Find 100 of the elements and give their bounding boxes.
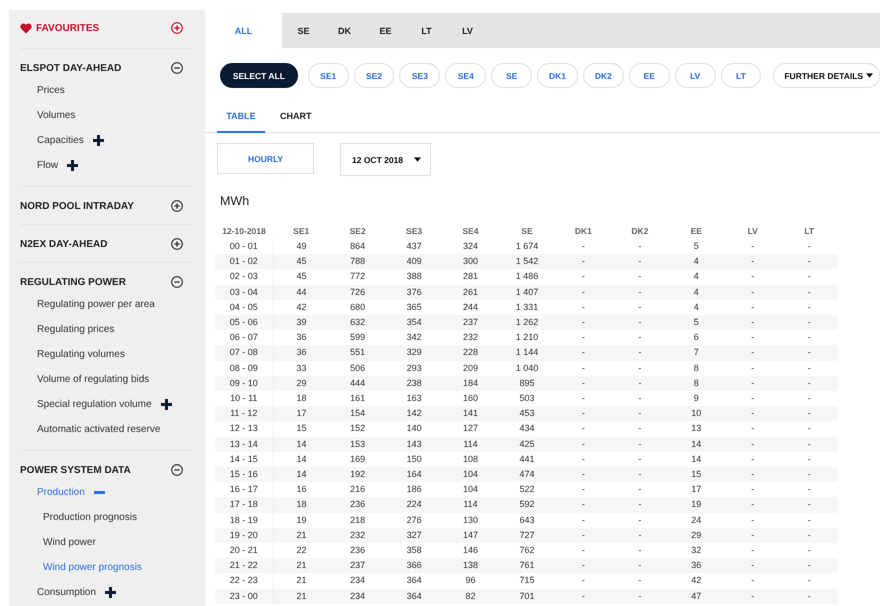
table-cell-text: 96 <box>464 574 477 588</box>
area-filter-chip[interactable]: SELECT ALL <box>220 63 298 88</box>
table-cell: - <box>612 300 668 316</box>
nav-item[interactable]: Automatic activated reserve <box>37 424 160 435</box>
table-cell: 726 <box>329 284 386 300</box>
area-filter-chip[interactable]: DK1 <box>537 63 578 88</box>
nav-item[interactable]: Regulating prices <box>37 324 114 335</box>
nav-item[interactable]: Regulating power per area <box>37 299 155 310</box>
table-cell: 142 <box>386 406 442 422</box>
table-cell: - <box>612 360 668 376</box>
table-cell: - <box>780 467 838 482</box>
collapse-icon[interactable] <box>171 276 183 288</box>
area-tab[interactable]: LV <box>447 13 488 48</box>
nav-item[interactable]: Prices <box>37 85 65 96</box>
table-cell-text: 42 <box>690 574 702 588</box>
collapse-icon[interactable] <box>171 464 183 476</box>
table-cell: - <box>612 452 668 468</box>
table-cell: 503 <box>498 391 556 406</box>
date-dropdown[interactable]: 12 OCT 2018 <box>340 143 431 176</box>
view-tab[interactable]: CHART <box>270 100 322 133</box>
table-cell: - <box>612 315 668 330</box>
nav-item[interactable]: Production prognosis <box>43 512 137 523</box>
table-cell: 21 <box>273 573 330 589</box>
plus-icon[interactable] <box>67 160 78 171</box>
area-tab[interactable]: LT <box>406 13 447 48</box>
table-cell: 5 <box>668 315 724 330</box>
table-cell: 276 <box>386 512 442 528</box>
table-cell-text: 364 <box>406 574 423 588</box>
area-filter-chip[interactable]: LT <box>720 63 762 88</box>
area-tab[interactable]: DK <box>324 13 365 48</box>
table-cell: - <box>780 482 838 498</box>
table-cell: - <box>612 436 668 452</box>
area-tab[interactable]: EE <box>365 13 406 48</box>
table-cell: 506 <box>329 360 386 376</box>
table-cell: - <box>555 315 612 330</box>
table-cell: 15 - 16 <box>215 467 273 482</box>
nav-item[interactable]: Wind power <box>43 537 96 548</box>
area-filter-chip[interactable]: LV <box>674 63 716 88</box>
nav-item[interactable]: Regulating volumes <box>37 349 125 360</box>
expand-icon[interactable] <box>171 200 183 212</box>
expand-icon[interactable] <box>171 238 183 250</box>
table-cell-text: - <box>637 574 642 588</box>
table-cell: 22 <box>273 543 330 558</box>
table-cell: - <box>555 360 612 376</box>
area-filter-chip[interactable]: SE3 <box>399 63 440 88</box>
area-tab[interactable]: ALL <box>205 13 282 48</box>
table-cell: - <box>555 436 612 452</box>
nav-item[interactable]: Production <box>37 487 85 498</box>
table-cell: - <box>612 543 668 558</box>
section-title[interactable]: N2EX DAY-AHEAD <box>20 238 171 250</box>
collapse-icon[interactable] <box>171 62 183 74</box>
section-title[interactable]: FAVOURITES <box>36 22 171 34</box>
section-title[interactable]: REGULATING POWER <box>20 276 171 288</box>
nav-item[interactable]: Capacities <box>37 135 84 146</box>
caret-icon <box>414 157 421 162</box>
section-title[interactable]: POWER SYSTEM DATA <box>20 464 171 476</box>
area-tab[interactable]: SE <box>283 13 324 48</box>
section-title[interactable]: NORD POOL INTRADAY <box>20 200 171 212</box>
table-cell: 17 <box>273 406 330 422</box>
area-filter-chip[interactable]: SE1 <box>308 63 349 88</box>
table-cell: 36 <box>668 558 724 574</box>
table-cell: - <box>724 467 781 482</box>
nav-item[interactable]: Volumes <box>37 110 76 121</box>
table-cell: 358 <box>386 543 442 558</box>
table-cell: - <box>724 300 781 316</box>
further-details-dropdown[interactable]: FURTHER DETAILS <box>773 63 880 88</box>
nav-item[interactable]: Volume of regulating bids <box>37 374 150 385</box>
area-filter-chip[interactable]: SE2 <box>354 63 394 88</box>
nav-item[interactable]: Consumption <box>37 587 96 598</box>
table-cell: - <box>724 436 781 452</box>
area-filter-chip[interactable]: EE <box>628 63 670 88</box>
plus-icon[interactable] <box>160 399 172 410</box>
hourly-button[interactable]: HOURLY <box>217 143 314 174</box>
table-cell: - <box>555 376 612 392</box>
table-cell: - <box>780 588 838 604</box>
table-cell: 236 <box>329 543 386 558</box>
area-filter-chip[interactable]: DK2 <box>582 63 624 88</box>
nav-item[interactable]: Wind power prognosis <box>43 562 142 573</box>
view-tab[interactable]: TABLE <box>217 100 265 133</box>
table-cell: 354 <box>386 315 442 330</box>
plus-icon[interactable] <box>104 587 116 598</box>
nav-item[interactable]: Flow <box>37 160 58 171</box>
table-cell: - <box>724 528 781 544</box>
table-cell: - <box>555 467 612 482</box>
table-cell: 522 <box>498 482 556 498</box>
table-cell: - <box>612 406 668 422</box>
table-cell: 192 <box>329 467 386 482</box>
plus-icon[interactable] <box>92 135 104 146</box>
expand-icon[interactable] <box>171 22 183 34</box>
table-cell: 701 <box>498 588 556 604</box>
area-filter-chip[interactable]: SE4 <box>445 63 486 88</box>
table-cell: 19 - 20 <box>215 528 273 544</box>
nav-item[interactable]: Special regulation volume <box>37 399 152 410</box>
column-header: DK1 <box>574 224 593 238</box>
table-cell: - <box>612 239 668 254</box>
table-cell: - <box>780 558 838 574</box>
table-cell: 261 <box>442 284 499 300</box>
area-filter-chip[interactable]: SE <box>491 63 532 88</box>
table-cell: - <box>555 391 612 406</box>
section-title[interactable]: ELSPOT DAY-AHEAD <box>20 62 171 74</box>
